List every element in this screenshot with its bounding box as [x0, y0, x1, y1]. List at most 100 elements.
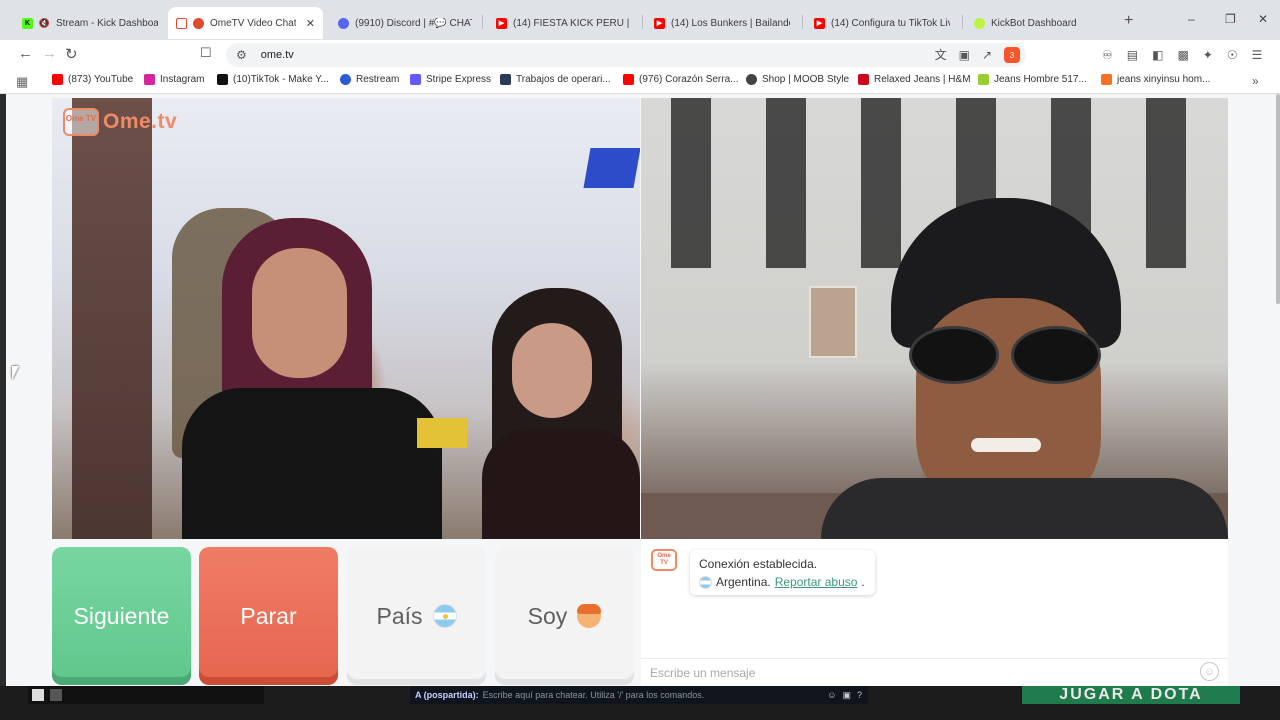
- bookmark-stripe[interactable]: Stripe Express: [410, 74, 491, 85]
- bookmark-label: (10)TikTok - Make Y...: [233, 74, 329, 85]
- vpn-icon[interactable]: ☉: [1227, 46, 1238, 64]
- bookmark-tiktok[interactable]: (10)TikTok - Make Y...: [217, 74, 329, 85]
- close-window-icon[interactable]: ✕: [1258, 12, 1268, 26]
- page-scrollbar[interactable]: [1276, 94, 1280, 304]
- wallet-icon[interactable]: ▩: [1177, 46, 1188, 64]
- back-icon[interactable]: ←: [18, 45, 33, 62]
- tab-discord[interactable]: (9910) Discord | #💬 CHAT: [330, 10, 480, 36]
- cast-icon[interactable]: ▣: [959, 46, 970, 64]
- argentina-flag-icon: [432, 604, 457, 628]
- store-icon: [978, 74, 989, 85]
- new-tab-icon[interactable]: +: [1124, 12, 1133, 30]
- emoji-icon[interactable]: ☺: [1200, 662, 1219, 681]
- bookmark-restream[interactable]: Restream: [340, 74, 399, 85]
- tab-youtube-fiesta[interactable]: ▶ (14) FIESTA KICK PERU | ME: [488, 10, 638, 36]
- apps-grid-icon[interactable]: ▦: [16, 74, 28, 90]
- game-chat-bar: A (pospartida): Escribe aquí para chatea…: [410, 686, 868, 704]
- right-sunglass-lens: [1011, 326, 1101, 384]
- tab-title: (14) FIESTA KICK PERU | ME: [513, 17, 630, 29]
- tab-ometv[interactable]: OmeTV Video Chat - ✕: [168, 7, 323, 39]
- progress-icon: [50, 689, 62, 701]
- youtube-icon: ▶: [814, 17, 825, 29]
- tab-title: KickBot Dashboard: [991, 17, 1077, 29]
- site-settings-icon[interactable]: ⚙: [236, 46, 247, 64]
- bookmark-instagram[interactable]: Instagram: [144, 74, 204, 85]
- tab-youtube-tiktok[interactable]: ▶ (14) Configura tu TikTok Live: [806, 10, 958, 36]
- bookmark-icon[interactable]: ☐: [200, 45, 212, 61]
- maximize-icon[interactable]: ❐: [1225, 12, 1236, 26]
- bookmark-label: Stripe Express: [426, 74, 492, 85]
- tab-title: OmeTV Video Chat -: [210, 17, 296, 29]
- play-dota-button[interactable]: JUGAR A DOTA: [1022, 686, 1240, 704]
- sidebar-icon[interactable]: ◧: [1152, 46, 1163, 64]
- translate-icon[interactable]: 文: [935, 46, 947, 64]
- address-bar[interactable]: ⚙ ome.tv 文 ▣ ↗ 3: [226, 43, 1026, 67]
- url-text: ome.tv: [260, 49, 294, 61]
- muted-speaker-icon[interactable]: 🔇: [39, 18, 50, 29]
- country-name: Argentina.: [716, 575, 771, 589]
- close-tab-icon[interactable]: ✕: [306, 17, 315, 30]
- system-message: Conexión establecida. Argentina. Reporta…: [690, 550, 875, 595]
- emoji-icon[interactable]: ☺: [827, 690, 836, 701]
- bookmark-label: (976) Corazón Serra...: [639, 74, 739, 85]
- menu-icon[interactable]: ☰: [1252, 46, 1263, 64]
- address-bar-actions: 文 ▣ ↗ 3: [935, 46, 1020, 64]
- chat-hint: Escribe aquí para chatear. Utiliza '/' p…: [482, 690, 705, 700]
- reader-icon[interactable]: ▤: [1127, 46, 1138, 64]
- bookmark-moob[interactable]: Shop | MOOB Style: [746, 74, 849, 85]
- navigation-bar: ← → ↻ ☐ ⚙ ome.tv 文 ▣ ↗ 3 ♾ ▤ ◧ ▩ ✦ ☉ ☰: [0, 40, 1280, 70]
- country-button-label: País: [376, 602, 423, 629]
- chat-user: A (pospartida):: [415, 690, 479, 700]
- bookmark-hm[interactable]: Relaxed Jeans | H&M: [858, 74, 971, 85]
- help-icon[interactable]: ?: [857, 690, 862, 701]
- tab-title: (9910) Discord | #💬 CHAT: [355, 17, 472, 29]
- ometv-logo-text: Ome.tv: [103, 110, 178, 133]
- recording-icon: [193, 17, 204, 29]
- own-camera-video: [641, 98, 1228, 539]
- yellow-box: [417, 418, 467, 448]
- mouse-cursor-icon: [12, 366, 19, 380]
- report-abuse-link[interactable]: Reportar abuso: [775, 573, 858, 591]
- bookmark-jeans-hombre[interactable]: Jeans Hombre 517...: [978, 74, 1087, 85]
- next-button[interactable]: Siguiente: [52, 547, 191, 685]
- restream-icon: [340, 74, 351, 85]
- forward-icon[interactable]: →: [42, 45, 57, 62]
- brave-shields-icon[interactable]: 3: [1004, 47, 1020, 63]
- youtube-icon: ▶: [496, 17, 507, 29]
- bookmark-trabajos[interactable]: Trabajos de operari...: [500, 74, 611, 85]
- tab-title: (14) Configura tu TikTok Live: [831, 17, 950, 29]
- bookmark-label: Instagram: [160, 74, 205, 85]
- connection-status: Conexión establecida.: [699, 557, 818, 571]
- minimize-icon[interactable]: –: [1188, 12, 1195, 26]
- more-bookmarks-icon[interactable]: »: [1252, 74, 1259, 88]
- play-icon[interactable]: [32, 689, 44, 701]
- tiktok-icon: [217, 74, 228, 85]
- second-face-shape: [512, 323, 592, 418]
- tab-separator: [962, 15, 963, 29]
- country-row: Argentina. Reportar abuso.: [699, 573, 866, 591]
- report-period: .: [861, 575, 865, 589]
- bookmark-jeans-xinyinsu[interactable]: jeans xinyinsu hom...: [1101, 74, 1210, 85]
- bookmark-youtube[interactable]: (873) YouTube: [52, 74, 133, 85]
- instagram-icon: [144, 74, 155, 85]
- ometv-icon: [176, 17, 187, 29]
- leo-ai-icon[interactable]: ✦: [1203, 46, 1213, 64]
- share-icon[interactable]: ↗: [982, 46, 992, 64]
- youtube-icon: [623, 74, 634, 85]
- extensions-icon[interactable]: ♾: [1102, 46, 1113, 64]
- toolbar-icons: ♾ ▤ ◧ ▩ ✦ ☉ ☰: [1102, 46, 1262, 64]
- tab-separator: [802, 15, 803, 29]
- stripe-icon: [410, 74, 421, 85]
- gender-button[interactable]: Soy: [495, 547, 634, 685]
- country-button[interactable]: País: [347, 547, 486, 685]
- bookmark-label: Jeans Hombre 517...: [994, 74, 1087, 85]
- tab-kickbot[interactable]: KickBot Dashboard: [966, 10, 1116, 36]
- reload-icon[interactable]: ↻: [65, 45, 78, 63]
- bookmark-corazon[interactable]: (976) Corazón Serra...: [623, 74, 739, 85]
- tab-title: (14) Los Bunkers | Bailando: [671, 17, 790, 29]
- stop-button[interactable]: Parar: [199, 547, 338, 685]
- message-input[interactable]: [641, 658, 1228, 686]
- image-icon[interactable]: ▣: [842, 690, 851, 701]
- tab-youtube-bunkers[interactable]: ▶ (14) Los Bunkers | Bailando: [646, 10, 798, 36]
- tab-kick-dashboard[interactable]: K 🔇 Stream - Kick Dashboard: [14, 10, 166, 36]
